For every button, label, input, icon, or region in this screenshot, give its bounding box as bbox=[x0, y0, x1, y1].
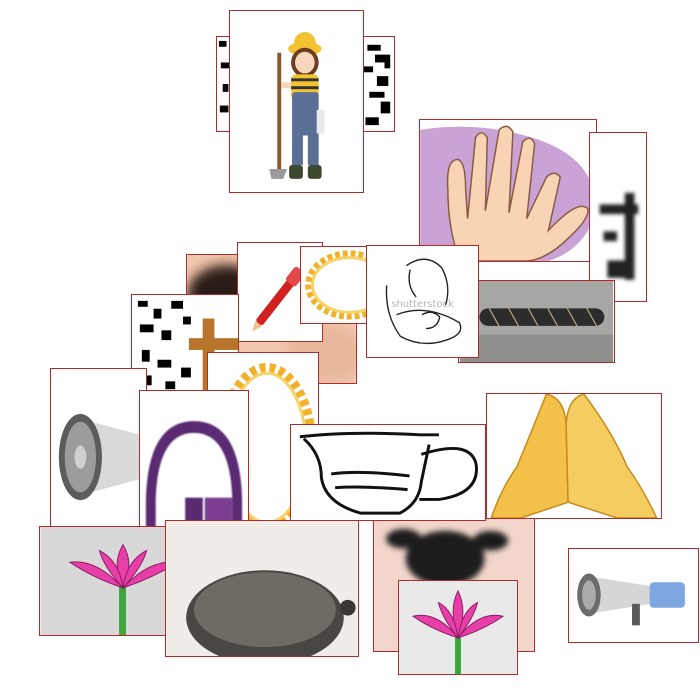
farmer-girl-with-hoe-icon bbox=[230, 11, 363, 192]
blue-megaphone-icon bbox=[569, 549, 698, 642]
pink-lotus-flower-small-icon bbox=[399, 581, 517, 674]
farmer-girl-card bbox=[229, 10, 364, 193]
megaphone-card-blue bbox=[568, 548, 699, 643]
praying-hands-card bbox=[486, 393, 662, 519]
wrapped-stick-card bbox=[458, 280, 615, 363]
hand-card bbox=[419, 119, 597, 262]
megaphone-card bbox=[50, 368, 147, 547]
pot-photo-card bbox=[165, 520, 359, 657]
shutterstock-watermark: shutterstock bbox=[391, 299, 454, 311]
blurry-letters-card bbox=[589, 132, 647, 302]
open-palm-hand-icon bbox=[420, 120, 596, 261]
wrapped-stick-photo-image bbox=[459, 281, 614, 362]
praying-hands-icon bbox=[487, 394, 661, 518]
megaphone-icon bbox=[51, 369, 146, 546]
mother-baby-card: shutterstock bbox=[366, 245, 479, 358]
blurred-black-letters-image bbox=[590, 134, 646, 300]
dark-round-pot-photo-image bbox=[166, 521, 358, 656]
lotus-card-small bbox=[398, 580, 518, 675]
pitcher-card bbox=[290, 424, 486, 521]
pitcher-line-art-icon bbox=[292, 425, 484, 520]
